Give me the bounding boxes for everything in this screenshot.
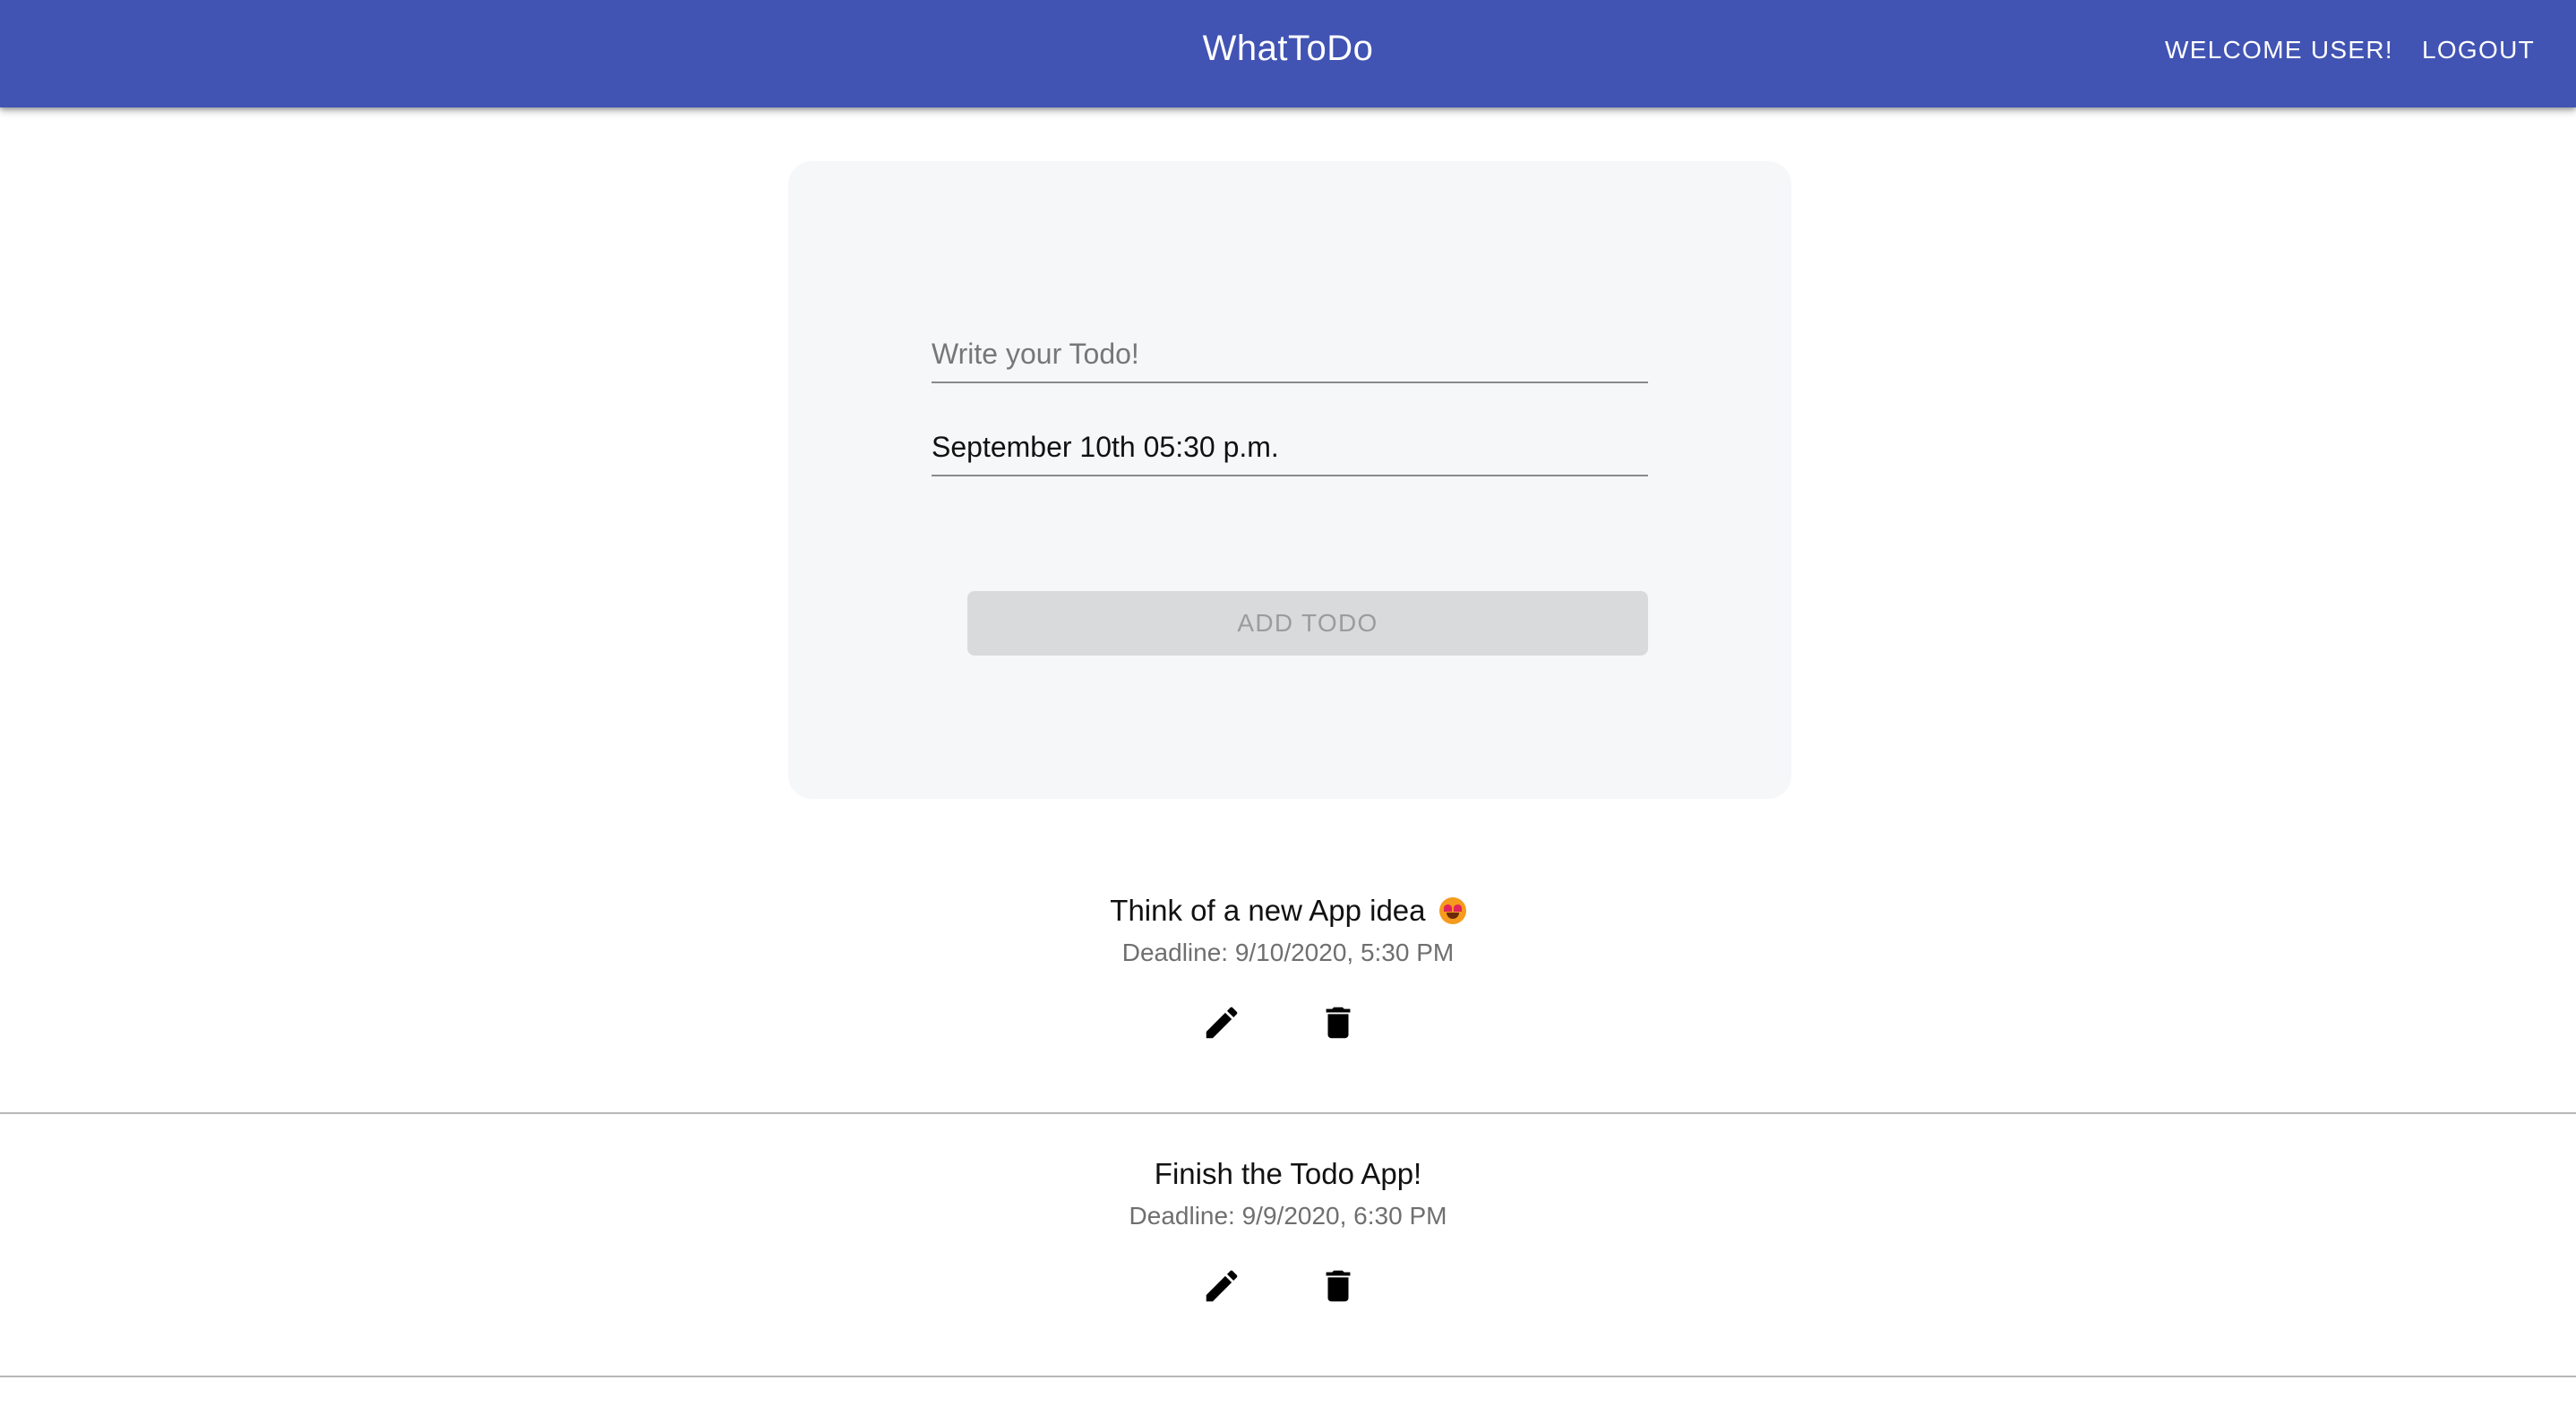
add-todo-button[interactable]: ADD TODO — [967, 591, 1648, 656]
pencil-icon — [1206, 1270, 1238, 1302]
deadline-field — [932, 430, 1648, 476]
trash-icon — [1326, 1007, 1351, 1039]
delete-button[interactable] — [1315, 1263, 1361, 1309]
todo-deadline: Deadline: 9/9/2020, 6:30 PM — [1129, 1202, 1447, 1230]
todo-input[interactable] — [932, 337, 1648, 382]
todo-title: Finish the Todo App! — [0, 1157, 2576, 1191]
todo-field — [932, 337, 1648, 383]
app-bar: WhatToDo WELCOME USER! LOGOUT — [0, 0, 2576, 107]
heart-eyes-emoji-icon — [1438, 897, 1466, 924]
edit-button[interactable] — [1198, 1263, 1245, 1309]
todo-actions — [1198, 999, 1361, 1046]
todo-title: Think of a new App idea — [0, 894, 2576, 928]
todo-actions — [1198, 1263, 1361, 1309]
trash-icon — [1326, 1270, 1351, 1302]
welcome-user-button[interactable]: WELCOME USER! — [2151, 25, 2408, 75]
pencil-icon — [1206, 1007, 1238, 1039]
edit-button[interactable] — [1198, 999, 1245, 1046]
logout-button[interactable]: LOGOUT — [2408, 25, 2549, 75]
delete-button[interactable] — [1315, 999, 1361, 1046]
app-bar-actions: WELCOME USER! LOGOUT — [2151, 20, 2549, 81]
list-item: Think of a new App idea Deadline: 9/10/2… — [0, 851, 2576, 1114]
list-item: Finish the Todo App! Deadline: 9/9/2020,… — [0, 1114, 2576, 1377]
todo-text: Think of a new App idea — [1110, 894, 1426, 927]
todo-deadline: Deadline: 9/10/2020, 5:30 PM — [1121, 939, 1455, 966]
add-todo-form: ADD TODO — [788, 161, 1791, 799]
todo-text: Finish the Todo App! — [1154, 1157, 1422, 1190]
deadline-input[interactable] — [932, 430, 1648, 475]
